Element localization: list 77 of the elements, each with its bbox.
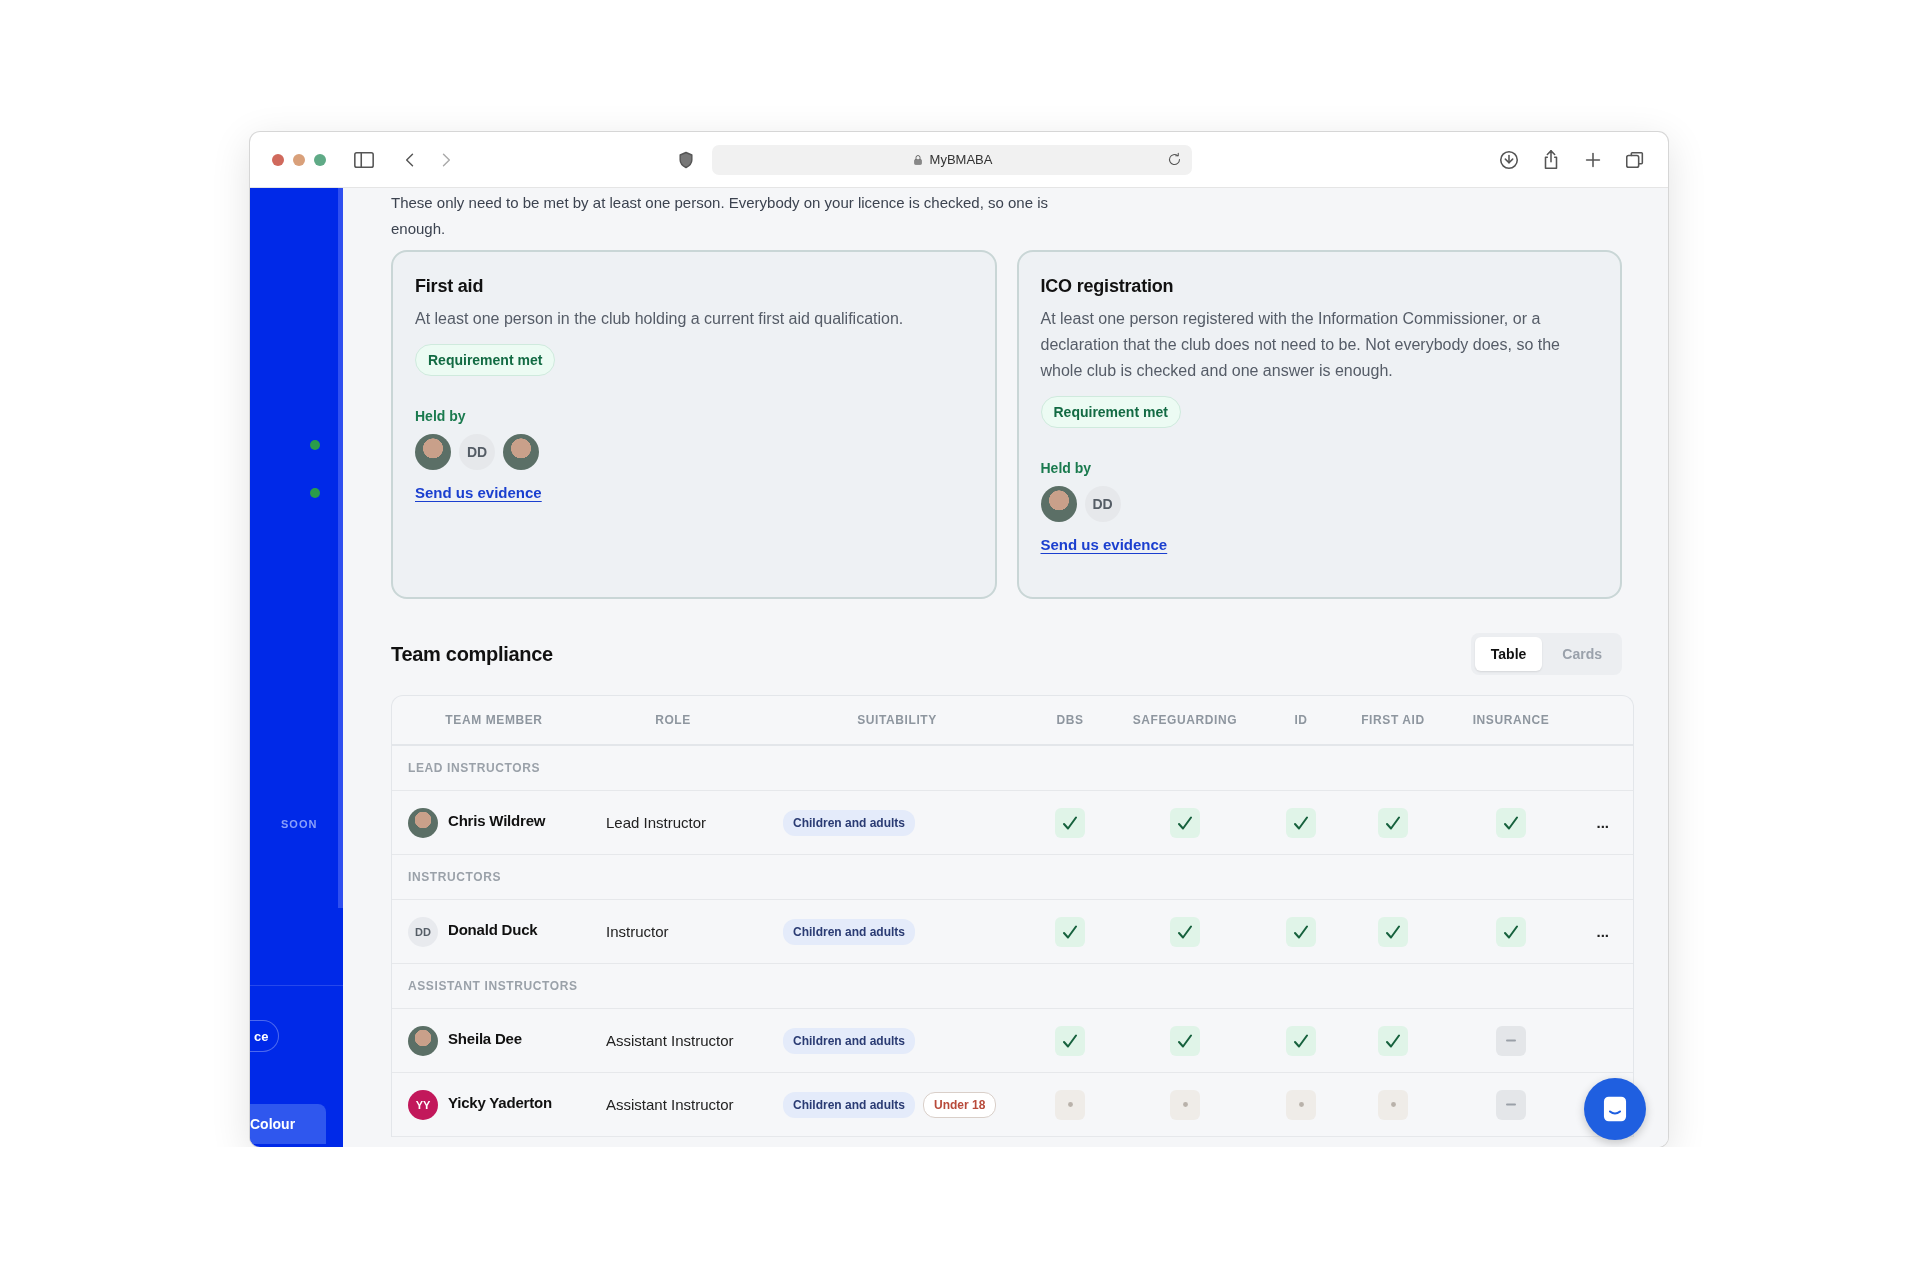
check-icon xyxy=(1386,1033,1400,1048)
member-role: Assistant Instructor xyxy=(605,1032,735,1049)
suitability-tag: Children and adults xyxy=(783,1091,915,1118)
card-title: ICO registration xyxy=(1040,276,1175,297)
section-title: Team compliance xyxy=(391,642,553,666)
member-role: Lead Instructor xyxy=(605,814,708,831)
age-tag: Under 18 xyxy=(923,1091,997,1118)
dash-icon xyxy=(1506,1039,1516,1042)
intro-text: These only need to be met by at least one person. Everybody on your licence is checked, so one is enough. xyxy=(391,193,1050,239)
maximize-window-button[interactable] xyxy=(314,153,326,166)
check-icon xyxy=(1178,815,1192,830)
photo-placeholder xyxy=(408,807,438,838)
view-tab[interactable]: Table xyxy=(1474,637,1543,671)
initials-avatar: DD xyxy=(459,434,495,470)
check-icon xyxy=(1178,1033,1192,1048)
column-header: FIRST AID xyxy=(1361,713,1425,727)
column-header: TEAM MEMBER xyxy=(445,713,543,727)
dot-icon xyxy=(1067,1102,1073,1107)
check-icon xyxy=(1063,1033,1077,1048)
lock-icon xyxy=(911,152,924,167)
card-description: At least one person in the club holding a current first aid qualification. xyxy=(415,309,905,329)
check-icon xyxy=(1178,924,1192,939)
initials-avatar: DD xyxy=(408,916,438,947)
dot-icon xyxy=(1182,1102,1188,1107)
soon-label: SOON xyxy=(281,818,318,830)
check-icon xyxy=(1386,815,1400,830)
status-badge: Requirement met xyxy=(1040,396,1181,428)
column-header: SUITABILITY xyxy=(857,713,937,727)
group-label: LEAD INSTRUCTORS xyxy=(408,761,541,775)
evidence-link[interactable]: Send us evidence xyxy=(1040,536,1168,553)
download-icon[interactable] xyxy=(1498,148,1520,171)
member-name: Sheila Dee xyxy=(448,1030,522,1047)
held-by-label: Held by xyxy=(415,408,467,424)
check-icon xyxy=(1504,815,1518,830)
member-role: Assistant Instructor xyxy=(605,1096,735,1113)
card-description: At least one person registered with the Information Commissioner, or a declaration that the club does not need to be. Not everybody does, so the whole club is checked and one answer is enough. xyxy=(1040,309,1561,381)
photo-placeholder xyxy=(408,1025,438,1056)
close-window-button[interactable] xyxy=(272,153,284,166)
reload-icon[interactable] xyxy=(1167,151,1182,167)
column-header: DBS xyxy=(1056,713,1084,727)
colour-button[interactable]: Colour xyxy=(250,1104,326,1144)
member-name: Chris Wildrew xyxy=(448,812,546,829)
dot-icon xyxy=(1298,1102,1304,1107)
initials-avatar: YY xyxy=(408,1089,438,1120)
status-badge: Requirement met xyxy=(415,344,556,376)
photo-placeholder xyxy=(1040,486,1077,522)
column-header: INSURANCE xyxy=(1472,713,1550,727)
column-header: ID xyxy=(1294,713,1308,727)
address-bar[interactable]: MyBMABA xyxy=(712,144,1192,175)
row-menu-button[interactable]: ... xyxy=(1596,923,1609,940)
check-icon xyxy=(1294,815,1308,830)
dot-icon xyxy=(1390,1102,1396,1107)
group-label: ASSISTANT INSTRUCTORS xyxy=(408,979,578,993)
check-icon xyxy=(1386,924,1400,939)
member-name: Yicky Yaderton xyxy=(448,1094,552,1111)
suitability-tag: Children and adults xyxy=(783,1027,915,1054)
held-by-label: Held by xyxy=(1040,460,1093,476)
row-menu-button[interactable]: ... xyxy=(1596,814,1609,831)
group-label: INSTRUCTORS xyxy=(408,870,502,884)
photo-placeholder xyxy=(503,434,539,470)
evidence-link[interactable]: Send us evidence xyxy=(415,484,542,501)
check-icon xyxy=(1294,924,1308,939)
member-role: Instructor xyxy=(605,923,670,940)
photo-placeholder xyxy=(415,434,451,470)
column-header: SAFEGUARDING xyxy=(1132,713,1238,727)
suitability-tag: Children and adults xyxy=(783,809,915,836)
dash-icon xyxy=(1506,1103,1516,1106)
chat-button[interactable] xyxy=(1584,1078,1646,1140)
check-icon xyxy=(1063,924,1077,939)
check-icon xyxy=(1294,1033,1308,1048)
initials-avatar: DD xyxy=(1084,486,1121,522)
check-icon xyxy=(1063,815,1077,830)
column-header: ROLE xyxy=(655,713,691,727)
check-icon xyxy=(1504,924,1518,939)
suitability-tag: Children and adults xyxy=(783,918,915,945)
member-name: Donald Duck xyxy=(448,921,538,938)
card-title: First aid xyxy=(415,276,485,297)
